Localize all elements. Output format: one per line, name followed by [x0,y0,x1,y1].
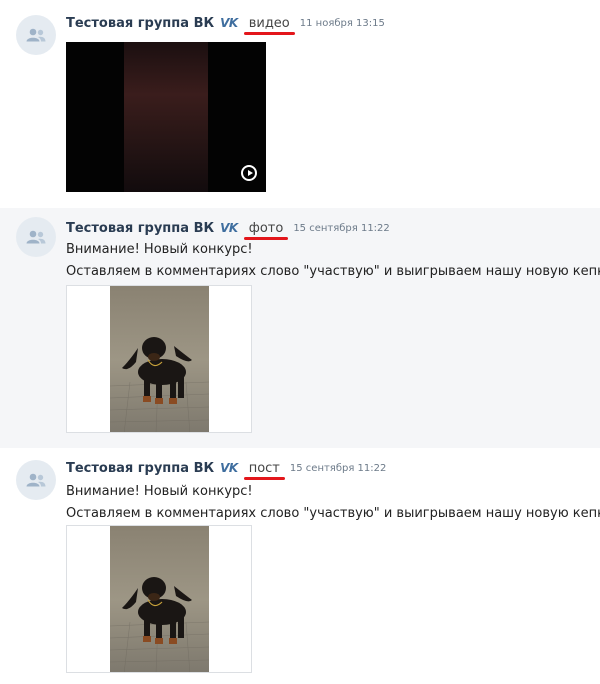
dog-photo [110,286,209,432]
video-thumbnail[interactable] [66,42,266,192]
post-header: Тестовая группа ВК VK пост 15 сентября 1… [66,459,386,480]
users-icon [26,473,46,487]
group-avatar[interactable] [16,460,56,500]
photo-attachment[interactable] [66,285,252,433]
post-text: Внимание! Новый конкурс! Оставляем в ком… [66,239,600,283]
post-type-text: фото [248,220,284,236]
users-icon [26,28,46,42]
feed-post-video: Тестовая группа ВК VK видео 11 ноября 13… [0,0,600,205]
post-text-line: Внимание! Новый конкурс! [66,242,253,257]
post-text-line: Внимание! Новый конкурс! [66,484,253,499]
video-frame [124,42,208,192]
post-type-label: видео [243,15,295,35]
photo-attachment[interactable] [66,525,252,673]
post-type-label: пост [243,460,285,480]
post-text-line: Оставляем в комментариях слово "участвую… [66,506,600,521]
dog-photo [110,526,209,672]
post-header: Тестовая группа ВК VK видео 11 ноября 13… [66,14,385,35]
group-avatar[interactable] [16,217,56,257]
play-icon[interactable] [241,165,257,181]
post-timestamp[interactable]: 15 сентября 11:22 [290,463,386,474]
post-text-line: Оставляем в комментариях слово "участвую… [66,264,600,279]
red-underline [243,31,295,35]
post-type-label: фото [243,220,289,240]
post-type-text: видео [248,15,290,31]
feed-post-photo: Тестовая группа ВК VK фото 15 сентября 1… [0,208,600,448]
group-name-link[interactable]: Тестовая группа ВК [66,16,214,31]
group-name-link[interactable]: Тестовая группа ВК [66,461,214,476]
vk-logo-icon: VK [220,461,238,475]
post-text: Внимание! Новый конкурс! Оставляем в ком… [66,481,600,525]
post-header: Тестовая группа ВК VK фото 15 сентября 1… [66,219,390,240]
post-timestamp[interactable]: 15 сентября 11:22 [293,223,389,234]
vk-logo-icon: VK [220,221,238,235]
post-timestamp[interactable]: 11 ноября 13:15 [300,18,385,29]
users-icon [26,230,46,244]
post-type-text: пост [248,460,280,476]
feed-post-text: Тестовая группа ВК VK пост 15 сентября 1… [0,452,600,684]
vk-logo-icon: VK [220,16,238,30]
group-name-link[interactable]: Тестовая группа ВК [66,221,214,236]
red-underline [243,476,285,480]
group-avatar[interactable] [16,15,56,55]
